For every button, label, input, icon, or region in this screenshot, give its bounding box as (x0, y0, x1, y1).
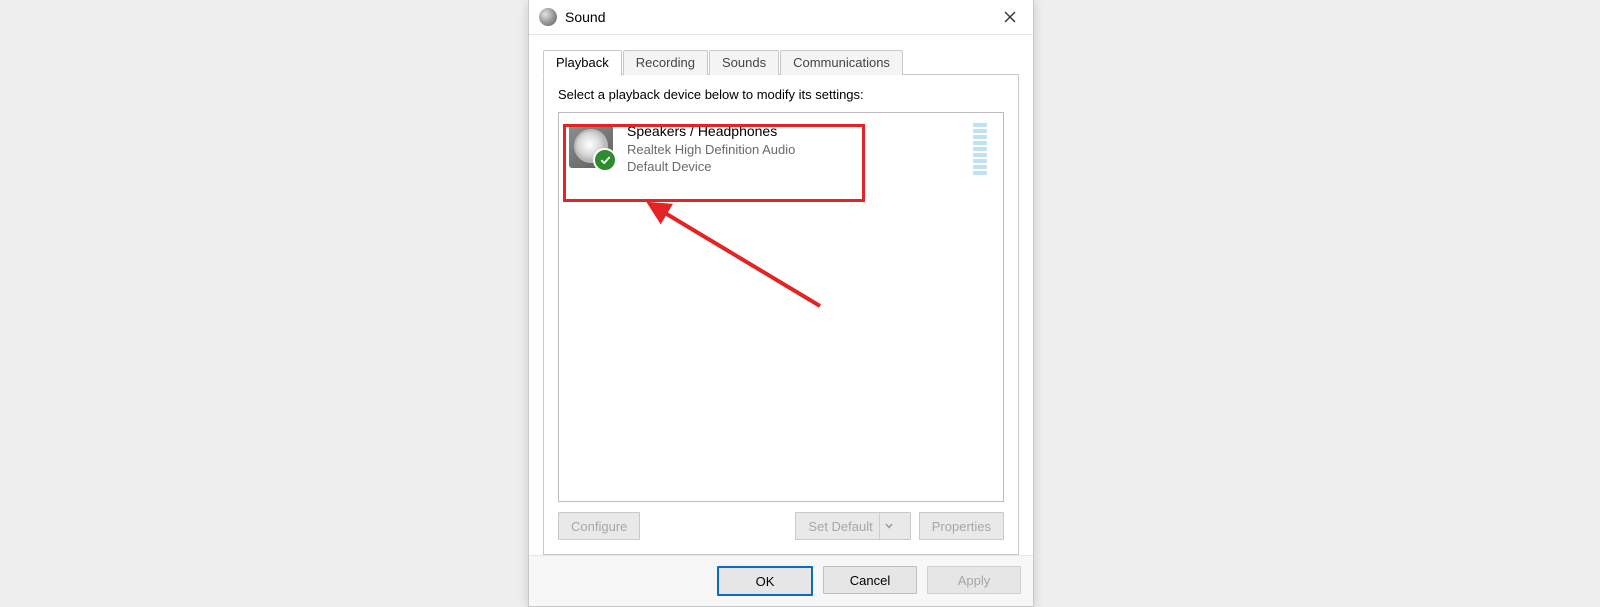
tab-communications[interactable]: Communications (780, 50, 903, 75)
titlebar: Sound (529, 0, 1033, 35)
chevron-down-icon (879, 513, 898, 539)
sound-dialog: Sound Playback Recording Sounds Communic… (528, 0, 1034, 607)
close-button[interactable] (987, 0, 1033, 34)
instruction-text: Select a playback device below to modify… (558, 87, 1004, 102)
window-title: Sound (565, 9, 987, 25)
cancel-button[interactable]: Cancel (823, 566, 917, 594)
set-default-button[interactable]: Set Default (795, 512, 910, 540)
playback-panel: Select a playback device below to modify… (543, 75, 1019, 555)
device-status: Default Device (627, 158, 973, 176)
close-icon (1004, 11, 1016, 23)
speaker-icon (567, 122, 615, 170)
apply-button[interactable]: Apply (927, 566, 1021, 594)
tab-recording[interactable]: Recording (623, 50, 708, 75)
level-meter-icon (973, 123, 987, 175)
device-driver: Realtek High Definition Audio (627, 141, 973, 159)
device-item[interactable]: Speakers / Headphones Realtek High Defin… (559, 113, 1003, 185)
configure-button[interactable]: Configure (558, 512, 640, 540)
panel-button-row: Configure Set Default Properties (558, 512, 1004, 540)
device-name: Speakers / Headphones (627, 122, 973, 141)
device-text: Speakers / Headphones Realtek High Defin… (627, 122, 973, 176)
tab-playback[interactable]: Playback (543, 50, 622, 76)
tab-sounds[interactable]: Sounds (709, 50, 779, 75)
sound-icon (539, 8, 557, 26)
device-listbox[interactable]: Speakers / Headphones Realtek High Defin… (558, 112, 1004, 502)
ok-button[interactable]: OK (717, 566, 813, 596)
default-check-icon (593, 148, 617, 172)
tabstrip: Playback Recording Sounds Communications… (529, 35, 1033, 555)
set-default-label: Set Default (808, 519, 872, 534)
properties-button[interactable]: Properties (919, 512, 1004, 540)
dialog-footer: OK Cancel Apply (529, 555, 1033, 606)
